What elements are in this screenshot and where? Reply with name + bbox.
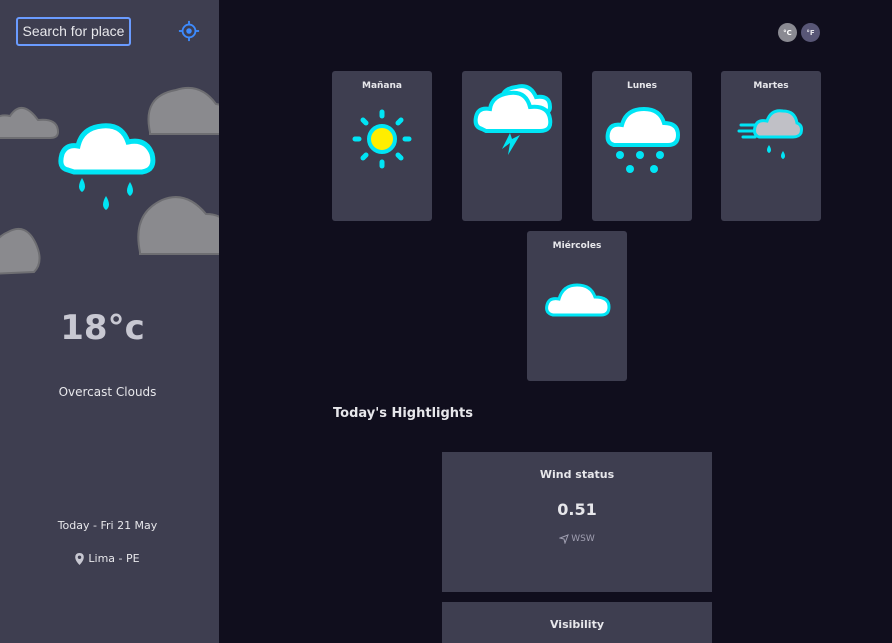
wind-status-value: 0.51 xyxy=(557,500,597,519)
forecast-day: Martes xyxy=(753,81,789,91)
clear-sun-icon xyxy=(352,109,412,169)
wind-direction: WSW xyxy=(442,534,712,544)
cloud-icon xyxy=(545,283,611,317)
wind-direction-label: WSW xyxy=(571,534,595,544)
search-button[interactable]: Search for place xyxy=(16,17,131,46)
highlights-title: Today's Hightlights xyxy=(333,406,474,421)
celsius-toggle[interactable]: °C xyxy=(778,23,797,42)
navigation-arrow-icon xyxy=(559,534,570,544)
wind-status-title: Wind status xyxy=(539,468,615,481)
current-date: Today - Fri 21 May xyxy=(57,519,158,532)
location-pin-icon xyxy=(75,552,85,565)
location-label: Lima - PE xyxy=(88,552,140,565)
rain-cloud-icon xyxy=(58,123,156,210)
forecast-card: Lunes xyxy=(592,71,692,221)
visibility-card: Visibility xyxy=(442,602,712,643)
forecast-card: Martes xyxy=(721,71,821,221)
forecast-card: Mañana xyxy=(332,71,432,221)
wind-status-card: Wind status 0.51 WSW xyxy=(442,452,712,592)
forecast-day: Lunes xyxy=(626,81,657,91)
forecast-card: Miércoles xyxy=(527,231,627,381)
thunderstorm-icon xyxy=(473,84,553,155)
location: Lima - PE xyxy=(0,552,215,565)
forecast-day: Mañana xyxy=(362,81,402,91)
forecast-card xyxy=(462,71,562,221)
windy-rain-icon xyxy=(737,109,803,159)
current-temperature: 18°c xyxy=(60,308,145,348)
fahrenheit-toggle[interactable]: °F xyxy=(801,23,820,42)
gps-locate-icon[interactable] xyxy=(178,20,200,42)
forecast-day: Miércoles xyxy=(552,241,602,251)
visibility-title: Visibility xyxy=(549,618,605,631)
weather-description: Overcast Clouds xyxy=(58,385,157,399)
sidebar: Search for place 18°c Overcast Clouds To… xyxy=(0,0,219,643)
snow-icon xyxy=(605,106,680,173)
